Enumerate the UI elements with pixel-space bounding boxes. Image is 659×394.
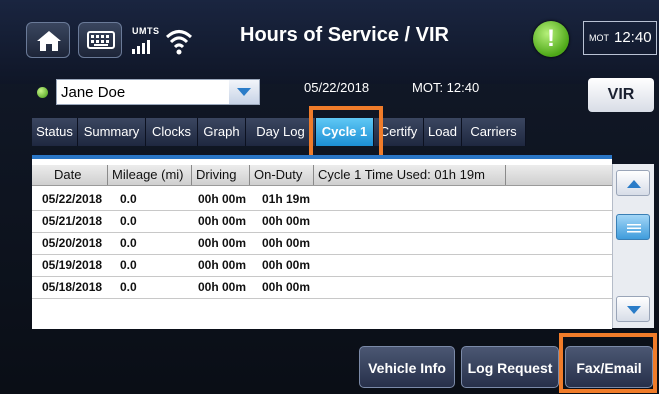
cell-mileage: 0.0 xyxy=(120,236,137,250)
vehicle-info-button[interactable]: Vehicle Info xyxy=(359,346,455,388)
cell-driving: 00h 00m xyxy=(198,214,247,228)
hos-screen: UMTS Hours of Service / VIR ! MOT 12:40 … xyxy=(0,0,659,394)
column-header-on-duty: On-Duty xyxy=(250,165,314,185)
cell-mileage: 0.0 xyxy=(120,280,137,294)
signal-bars-icon xyxy=(132,40,150,54)
page-title: Hours of Service / VIR xyxy=(240,24,449,46)
alert-icon[interactable]: ! xyxy=(533,21,569,57)
fax-email-highlight xyxy=(559,333,657,393)
cell-on-duty: 00h 00m xyxy=(262,236,311,250)
table-header: Date Mileage (mi) Driving On-Duty Cycle … xyxy=(32,165,612,186)
column-header-cycle-used: Cycle 1 Time Used: 01h 19m xyxy=(314,165,506,185)
column-header-mileage: Mileage (mi) xyxy=(108,165,192,185)
cell-on-duty: 00h 00m xyxy=(262,280,311,294)
chevron-down-icon xyxy=(237,88,251,96)
current-date: 05/22/2018 xyxy=(304,80,370,95)
cell-mileage: 0.0 xyxy=(120,258,137,272)
network-label: UMTS xyxy=(132,26,160,36)
cycle-table: Date Mileage (mi) Driving On-Duty Cycle … xyxy=(32,155,612,329)
driver-name: Jane Doe xyxy=(61,84,126,101)
cell-driving: 00h 00m xyxy=(198,258,247,272)
cell-mileage: 0.0 xyxy=(120,192,137,206)
cell-date: 05/20/2018 xyxy=(42,236,103,250)
tab-summary[interactable]: Summary xyxy=(78,118,146,146)
cell-date: 05/22/2018 xyxy=(42,192,103,206)
grip-lines-icon xyxy=(627,224,641,233)
driver-status-indicator xyxy=(37,87,48,98)
clock-prefix: MOT xyxy=(589,33,609,43)
driver-dropdown-button[interactable] xyxy=(229,80,259,104)
table-row[interactable]: 05/19/2018 0.0 00h 00m 00h 00m xyxy=(32,255,612,277)
cell-driving: 00h 00m xyxy=(198,192,247,206)
scroll-up-button[interactable] xyxy=(616,170,650,196)
home-icon xyxy=(37,31,61,51)
clock-time: 12:40 xyxy=(614,29,652,46)
tab-carriers[interactable]: Carriers xyxy=(462,118,526,146)
cell-driving: 00h 00m xyxy=(198,236,247,250)
cell-on-duty: 00h 00m xyxy=(262,214,311,228)
cell-on-duty: 00h 00m xyxy=(262,258,311,272)
cell-date: 05/19/2018 xyxy=(42,258,103,272)
column-header-date: Date xyxy=(32,165,108,185)
cell-driving: 00h 00m xyxy=(198,280,247,294)
clock: MOT 12:40 xyxy=(583,21,657,55)
tab-load[interactable]: Load xyxy=(424,118,462,146)
keyboard-icon xyxy=(87,31,115,49)
table-row[interactable]: 05/22/2018 0.0 00h 00m 01h 19m xyxy=(32,189,612,211)
table-row[interactable]: 05/20/2018 0.0 00h 00m 00h 00m xyxy=(32,233,612,255)
column-header-driving: Driving xyxy=(192,165,250,185)
tab-day-log[interactable]: Day Log xyxy=(246,118,316,146)
table-scrollbar[interactable] xyxy=(612,164,654,328)
home-button[interactable] xyxy=(26,22,70,58)
tab-clocks[interactable]: Clocks xyxy=(146,118,198,146)
cell-date: 05/18/2018 xyxy=(42,280,103,294)
tab-graph[interactable]: Graph xyxy=(198,118,246,146)
table-row[interactable]: 05/21/2018 0.0 00h 00m 00h 00m xyxy=(32,211,612,233)
cell-date: 05/21/2018 xyxy=(42,214,103,228)
scroll-down-button[interactable] xyxy=(616,296,650,322)
mot-time: MOT: 12:40 xyxy=(412,80,480,95)
log-request-button[interactable]: Log Request xyxy=(461,346,559,388)
driver-select[interactable]: Jane Doe xyxy=(56,79,260,105)
network-indicator: UMTS xyxy=(128,26,160,56)
wifi-icon xyxy=(165,30,193,55)
cell-on-duty: 01h 19m xyxy=(262,192,311,206)
table-row[interactable]: 05/18/2018 0.0 00h 00m 00h 00m xyxy=(32,277,612,299)
chevron-up-icon xyxy=(627,180,641,188)
cycle-tab-highlight xyxy=(309,106,383,160)
scroll-thumb[interactable] xyxy=(616,214,650,240)
keyboard-button[interactable] xyxy=(78,22,122,58)
chevron-down-icon xyxy=(627,306,641,314)
cell-mileage: 0.0 xyxy=(120,214,137,228)
vir-button[interactable]: VIR xyxy=(588,78,654,112)
tab-status[interactable]: Status xyxy=(32,118,78,146)
